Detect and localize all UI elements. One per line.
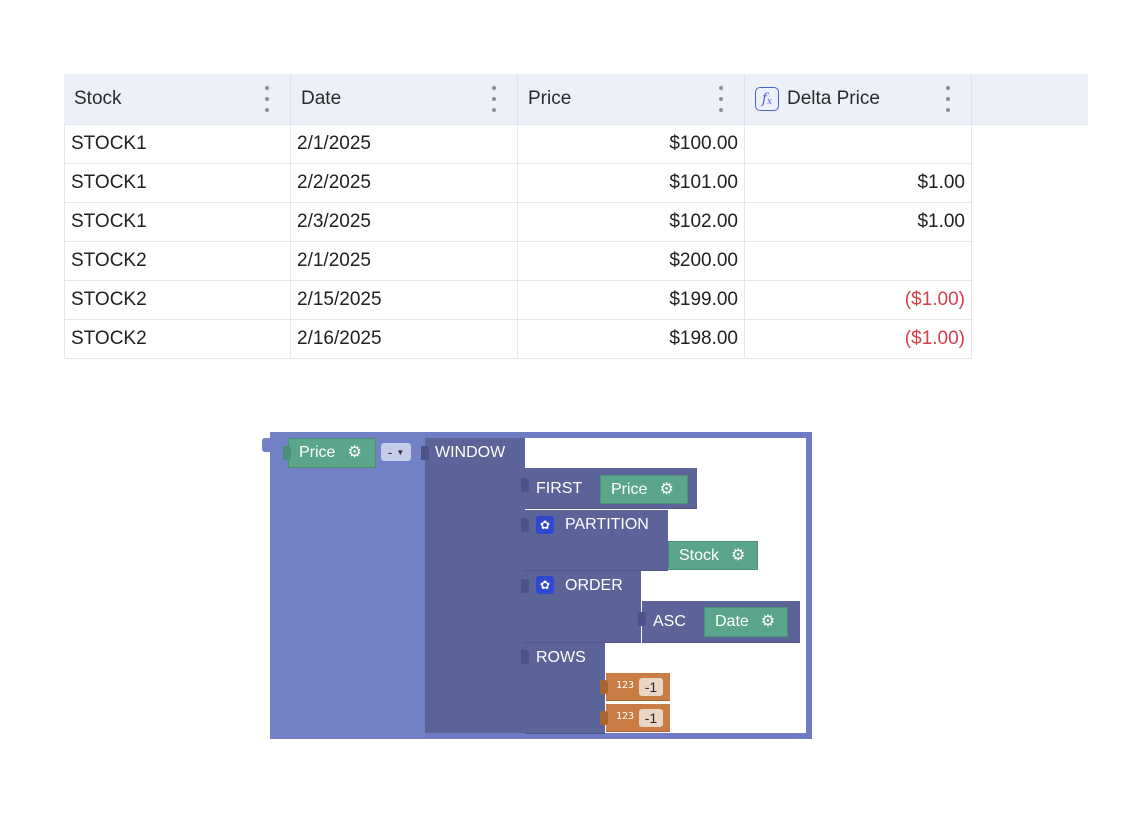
cell-date[interactable]: 2/1/2025 bbox=[291, 125, 518, 164]
first-label: FIRST bbox=[536, 480, 583, 497]
field-label: Date bbox=[715, 613, 749, 630]
cell-delta-price[interactable]: $1.00 bbox=[745, 164, 972, 203]
cell-price[interactable]: $100.00 bbox=[518, 125, 745, 164]
grid-header: Stock Date Price fx Delta Price bbox=[64, 74, 1088, 125]
number-block[interactable]: 123 -1 bbox=[606, 704, 670, 732]
gear-icon[interactable]: ⚙ bbox=[761, 614, 775, 630]
mutator-gear-icon[interactable]: ✿ bbox=[536, 516, 554, 534]
operator-value: - bbox=[387, 444, 393, 460]
table-row[interactable]: STOCK2 2/16/2025 $198.00 ($1.00) bbox=[64, 320, 1088, 359]
column-header-price[interactable]: Price bbox=[518, 74, 745, 124]
cell-date[interactable]: 2/16/2025 bbox=[291, 320, 518, 359]
mutator-gear-icon[interactable]: ✿ bbox=[536, 576, 554, 594]
column-header-label: Price bbox=[528, 88, 572, 109]
window-block[interactable] bbox=[425, 438, 525, 733]
number-icon: 123 bbox=[616, 680, 635, 691]
block-connector bbox=[521, 478, 529, 492]
field-block-date[interactable]: Date ⚙ bbox=[704, 607, 788, 637]
cell-date[interactable]: 2/1/2025 bbox=[291, 242, 518, 281]
column-menu-icon[interactable] bbox=[264, 86, 270, 112]
fx-icon: fx bbox=[755, 87, 779, 111]
cell-delta-price[interactable] bbox=[745, 125, 972, 164]
cell-price[interactable]: $198.00 bbox=[518, 320, 745, 359]
cell-stock[interactable]: STOCK2 bbox=[64, 242, 291, 281]
cell-delta-price[interactable] bbox=[745, 242, 972, 281]
block-connector bbox=[521, 518, 529, 532]
order-label: ORDER bbox=[565, 577, 623, 594]
cell-delta-price[interactable]: ($1.00) bbox=[745, 320, 972, 359]
number-value[interactable]: -1 bbox=[639, 709, 663, 727]
cell-stock[interactable]: STOCK2 bbox=[64, 281, 291, 320]
cell-delta-price[interactable]: $1.00 bbox=[745, 203, 972, 242]
column-header-label: Date bbox=[301, 88, 342, 109]
block-connector bbox=[600, 680, 608, 694]
header-filler bbox=[972, 74, 1088, 124]
field-label: Price bbox=[611, 480, 648, 498]
column-header-date[interactable]: Date bbox=[291, 74, 518, 124]
number-block[interactable]: 123 -1 bbox=[606, 673, 670, 701]
cell-price[interactable]: $199.00 bbox=[518, 281, 745, 320]
chevron-down-icon: ▼ bbox=[396, 447, 405, 457]
cell-date[interactable]: 2/15/2025 bbox=[291, 281, 518, 320]
number-icon: 123 bbox=[616, 711, 635, 722]
column-menu-icon[interactable] bbox=[718, 86, 724, 112]
gear-icon[interactable]: ⚙ bbox=[731, 547, 745, 564]
cell-price[interactable]: $102.00 bbox=[518, 203, 745, 242]
asc-label: ASC bbox=[653, 613, 686, 630]
cell-date[interactable]: 2/3/2025 bbox=[291, 203, 518, 242]
arithmetic-block[interactable] bbox=[270, 432, 425, 739]
field-label: Price bbox=[299, 444, 336, 461]
field-label: Stock bbox=[679, 546, 720, 564]
cell-price[interactable]: $200.00 bbox=[518, 242, 745, 281]
table-row[interactable]: STOCK2 2/15/2025 $199.00 ($1.00) bbox=[64, 281, 1088, 320]
cell-stock[interactable]: STOCK1 bbox=[64, 125, 291, 164]
column-menu-icon[interactable] bbox=[945, 86, 951, 112]
cell-delta-price[interactable]: ($1.00) bbox=[745, 281, 972, 320]
field-block-stock[interactable]: Stock ⚙ bbox=[668, 541, 758, 570]
gear-icon[interactable]: ⚙ bbox=[659, 481, 673, 498]
rows-label: ROWS bbox=[536, 649, 586, 666]
column-header-delta-price[interactable]: fx Delta Price bbox=[745, 74, 972, 124]
block-connector bbox=[262, 438, 272, 452]
table-row[interactable]: STOCK1 2/3/2025 $102.00 $1.00 bbox=[64, 203, 1088, 242]
cell-stock[interactable]: STOCK1 bbox=[64, 203, 291, 242]
block-connector bbox=[638, 612, 646, 626]
table-row[interactable]: STOCK1 2/2/2025 $101.00 $1.00 bbox=[64, 164, 1088, 203]
column-header-stock[interactable]: Stock bbox=[64, 74, 291, 124]
cell-date[interactable]: 2/2/2025 bbox=[291, 164, 518, 203]
partition-label: PARTITION bbox=[565, 516, 649, 533]
cell-price[interactable]: $101.00 bbox=[518, 164, 745, 203]
column-menu-icon[interactable] bbox=[491, 86, 497, 112]
cell-stock[interactable]: STOCK2 bbox=[64, 320, 291, 359]
block-connector bbox=[421, 446, 429, 460]
column-header-label: Delta Price bbox=[787, 88, 880, 109]
data-grid: Stock Date Price fx Delta Price STOCK1 2… bbox=[64, 74, 1088, 359]
block-connector bbox=[600, 711, 608, 725]
table-row[interactable]: STOCK1 2/1/2025 $100.00 bbox=[64, 125, 1088, 164]
block-connector bbox=[283, 446, 291, 460]
column-header-label: Stock bbox=[74, 88, 122, 109]
gear-icon[interactable]: ⚙ bbox=[347, 445, 361, 461]
operator-dropdown[interactable]: - ▼ bbox=[381, 443, 411, 461]
field-block-price[interactable]: Price ⚙ bbox=[288, 438, 376, 468]
cell-stock[interactable]: STOCK1 bbox=[64, 164, 291, 203]
number-value[interactable]: -1 bbox=[639, 678, 663, 696]
block-connector bbox=[521, 579, 529, 593]
field-block-price[interactable]: Price ⚙ bbox=[600, 475, 688, 504]
table-row[interactable]: STOCK2 2/1/2025 $200.00 bbox=[64, 242, 1088, 281]
block-connector bbox=[521, 650, 529, 664]
window-label: WINDOW bbox=[435, 444, 506, 461]
